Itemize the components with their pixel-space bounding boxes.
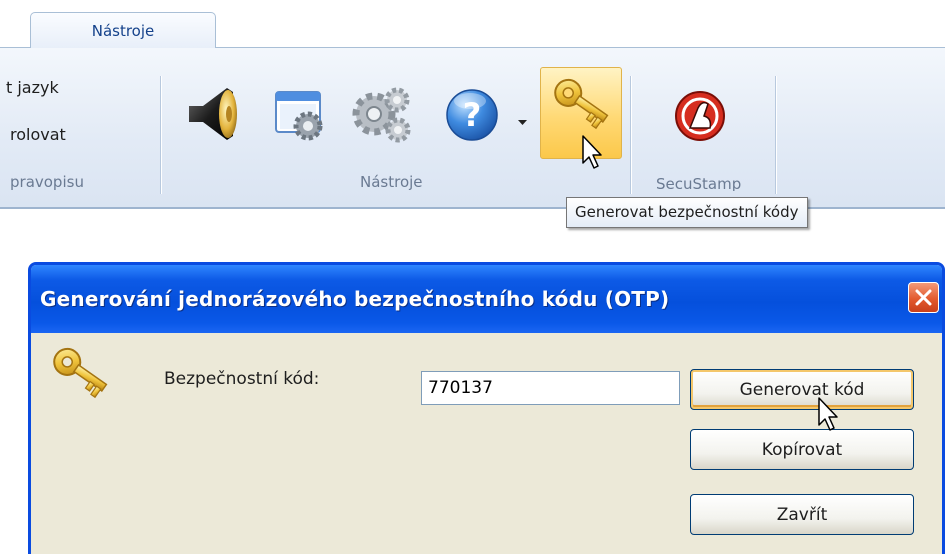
svg-text:?: ? [463,96,482,134]
close-window-button[interactable] [908,282,939,313]
group-separator [775,76,776,194]
group-label-spelling: pravopisu [10,173,84,191]
help-icon[interactable]: ? [444,87,500,147]
secustamp-icon[interactable] [672,88,728,148]
generate-code-button[interactable]: Generovat kód [690,369,914,410]
speaker-icon[interactable] [183,84,239,148]
dropdown-arrow-icon[interactable] [518,111,527,130]
copy-button[interactable]: Kopírovat [690,429,914,470]
group-separator [160,76,161,194]
ribbon-item-check[interactable]: rolovat [10,125,66,144]
otp-dialog: Generování jednorázového bezpečnostního … [28,262,945,554]
mouse-cursor-icon [818,397,840,437]
mouse-cursor-icon [582,135,604,175]
key-icon [49,347,113,413]
dialog-title: Generování jednorázového bezpečnostního … [40,287,670,311]
group-label-secustamp: SecuStamp [656,175,742,191]
close-button[interactable]: Zavřít [690,494,914,535]
group-separator [630,76,631,194]
group-label-tools: Nástroje [360,173,423,191]
close-icon [915,289,932,306]
security-code-field[interactable] [421,371,680,405]
tab-nastroje[interactable]: Nástroje [30,12,216,48]
tooltip: Generovat bezpečnostní kódy [566,197,808,228]
ribbon-item-language[interactable]: t jazyk [6,78,59,97]
security-code-label: Bezpečnostní kód: [164,369,320,389]
window-settings-icon[interactable] [272,88,330,148]
dialog-title-bar[interactable]: Generování jednorázového bezpečnostního … [31,265,942,333]
gears-icon[interactable] [350,86,414,150]
